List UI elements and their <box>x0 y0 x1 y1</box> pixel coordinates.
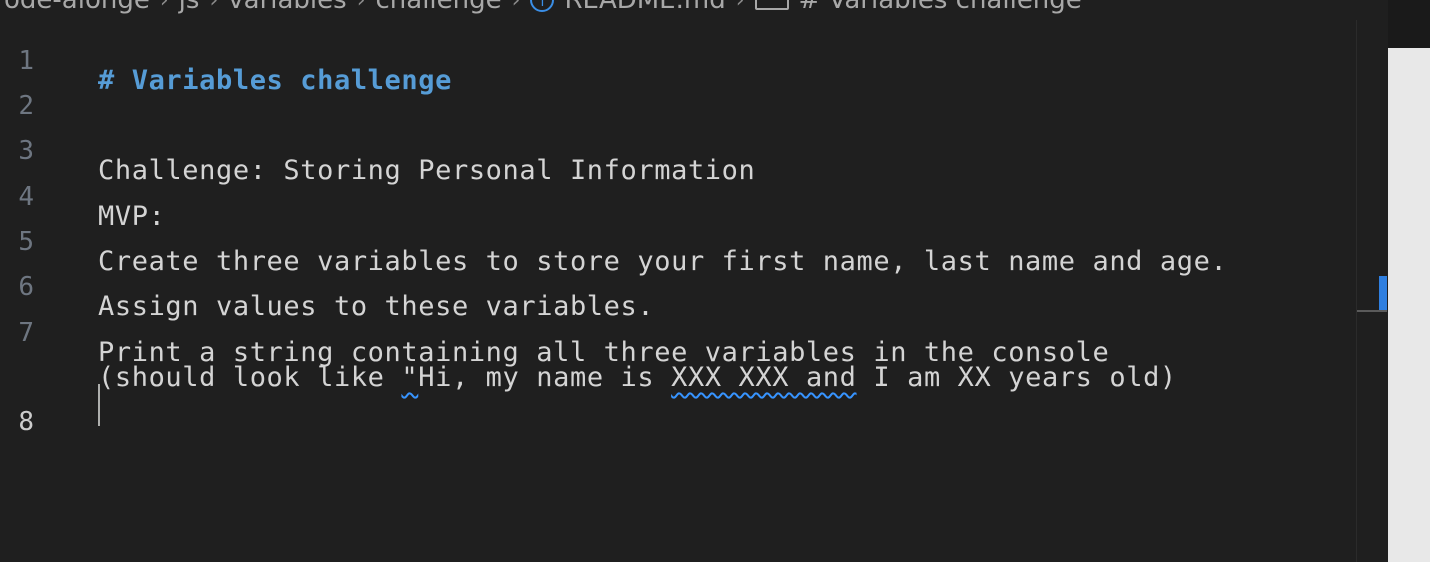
code-line[interactable]: 2 <box>0 65 1356 121</box>
code-line[interactable]: 5 Create three variables to store your f… <box>0 201 1356 277</box>
breadcrumb-item-variables[interactable]: variables <box>228 0 346 14</box>
breadcrumb-item-challenge[interactable]: challenge <box>376 0 502 14</box>
side-panel-header <box>1388 0 1430 48</box>
side-panel-edge <box>1388 0 1430 562</box>
code-editor: ode-alonge › js › variables › challenge … <box>0 0 1430 562</box>
cursor-position-marker <box>1379 276 1387 310</box>
code-line[interactable]: 3 Challenge: Storing Personal Informatio… <box>0 110 1356 186</box>
chevron-right-icon: › <box>159 0 169 13</box>
chevron-right-icon: › <box>735 0 745 13</box>
breadcrumb-item-symbol[interactable]: # Variables challenge <box>799 0 1082 14</box>
code-line-active[interactable]: 8 <box>0 381 1356 437</box>
info-icon: i <box>530 0 555 12</box>
overview-ruler[interactable] <box>1356 20 1387 562</box>
chevron-right-icon: › <box>511 0 521 13</box>
text-editor-area[interactable]: 1 # Variables challenge 2 3 Challenge: S… <box>0 20 1356 562</box>
symbol-string-icon <box>754 0 789 10</box>
code-line[interactable]: 6 Assign values to these variables. <box>0 246 1356 322</box>
line-number-active: 8 <box>18 407 34 437</box>
chevron-right-icon: › <box>209 0 219 13</box>
code-line-wrapped[interactable]: (should look like "Hi, my name is XXX XX… <box>0 336 1356 393</box>
code-line[interactable]: 1 # Variables challenge <box>0 20 1356 96</box>
breadcrumb: ode-alonge › js › variables › challenge … <box>0 0 1388 14</box>
text-cursor <box>98 384 100 426</box>
code-line[interactable]: 4 MVP: <box>0 156 1356 232</box>
breadcrumb-item-js[interactable]: js <box>179 0 200 14</box>
chevron-right-icon: › <box>356 0 366 13</box>
ruler-divider <box>1357 310 1387 312</box>
code-line[interactable]: 7 Print a string containing all three va… <box>0 292 1356 368</box>
breadcrumb-item-file[interactable]: README.md <box>564 0 725 14</box>
breadcrumb-item-folder[interactable]: ode-alonge <box>4 0 150 14</box>
